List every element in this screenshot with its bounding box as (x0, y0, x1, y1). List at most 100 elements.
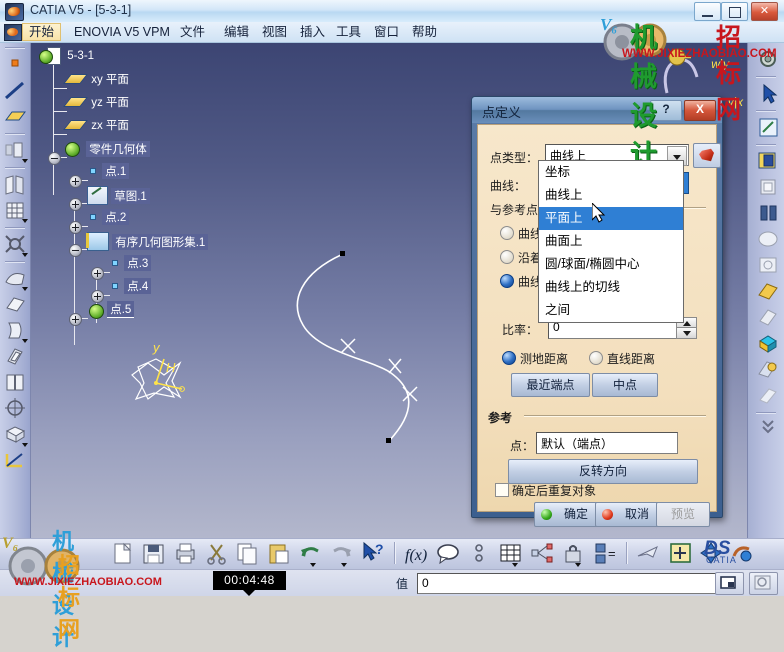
fit-all-icon[interactable] (667, 540, 694, 567)
revolve-icon[interactable] (753, 175, 779, 200)
mouse-cursor-icon (592, 203, 606, 223)
sketcher-icon[interactable] (753, 115, 779, 140)
reverse-direction-label: 反转方向 (578, 464, 627, 478)
formula-icon[interactable]: f(x) (403, 540, 430, 567)
reference-group-label: 参考 (488, 411, 513, 425)
dropdown-option-on-surface[interactable]: 曲面上 (539, 230, 683, 253)
dropdown-option-on-curve[interactable]: 曲线上 (539, 184, 683, 207)
repeat-object-checkbox[interactable] (495, 483, 509, 497)
point-preview-cube-icon[interactable] (693, 143, 721, 168)
menubar: 开始 ENOVIA V5 VPM 文件 编辑 视图 插入 工具 窗口 帮助 (0, 22, 784, 43)
whats-this-icon[interactable]: ? (360, 540, 387, 567)
toolbar-separator (756, 144, 776, 145)
menu-item-start[interactable]: 开始 (22, 23, 62, 41)
toolbar-separator (394, 542, 396, 564)
window-titlebar: CATIA V5 - [5-3-1] ✕ (0, 0, 784, 23)
join-icon[interactable] (753, 279, 779, 304)
viewport-compass-icon (131, 358, 185, 401)
surface-tool-icon[interactable] (2, 172, 28, 197)
dialog-close-button[interactable]: X (684, 100, 716, 121)
ratio-spinner-down[interactable] (676, 327, 697, 339)
sweep-tool-icon[interactable] (2, 292, 28, 317)
shell-tool-icon[interactable] (2, 344, 28, 369)
fill-tool-icon[interactable] (2, 266, 28, 291)
midpoint-button[interactable]: 中点 (592, 373, 658, 397)
nearest-endpoint-button[interactable]: 最近端点 (511, 373, 590, 397)
statusbar-window-button[interactable] (715, 572, 744, 595)
table-icon[interactable] (497, 540, 524, 567)
value-label: 值 (396, 577, 409, 591)
menu-item-file[interactable]: 文件 (174, 23, 211, 41)
relations-icon[interactable] (529, 540, 556, 567)
settings-gear-icon[interactable] (753, 47, 779, 72)
comment-icon[interactable] (435, 540, 462, 567)
extrude-surface-icon[interactable] (753, 149, 779, 174)
compass-y-axis-label: y (153, 340, 160, 355)
lock-icon[interactable] (560, 540, 587, 567)
dropdown-option-on-plane[interactable]: 平面上 (539, 207, 683, 230)
dropdown-option-between[interactable]: 之间 (539, 299, 683, 322)
toolbar-overflow-icon[interactable] (753, 417, 779, 442)
redo-icon[interactable] (328, 540, 355, 567)
select-arrow-icon[interactable] (753, 81, 779, 106)
maximize-button[interactable] (721, 2, 748, 21)
plane-tool-icon[interactable] (2, 104, 28, 129)
axis-system-icon[interactable] (2, 396, 28, 421)
menu-item-view[interactable]: 视图 (256, 23, 293, 41)
value-input[interactable]: 0 (417, 573, 719, 594)
undo-icon[interactable] (297, 540, 324, 567)
reverse-direction-button[interactable]: 反转方向 (508, 459, 698, 484)
line-tool-icon[interactable] (2, 78, 28, 103)
minimize-button[interactable] (694, 2, 721, 21)
svg-text:f(x): f(x) (405, 547, 427, 564)
point-tool-icon[interactable] (2, 52, 28, 77)
new-document-icon[interactable] (109, 540, 136, 567)
dropdown-option-circle-center[interactable]: 圆/球面/椭圆中心 (539, 253, 683, 276)
preview-button[interactable]: 预览 (656, 502, 710, 527)
print-icon[interactable] (172, 540, 199, 567)
reference-point-field[interactable]: 默认（端点） (536, 432, 678, 454)
dropdown-option-tangent-on-curve[interactable]: 曲线上的切线 (539, 276, 683, 299)
measure-item-icon[interactable] (753, 383, 779, 408)
mesh-tool-icon[interactable] (2, 198, 28, 223)
right-toolbar (747, 43, 784, 538)
trim-icon[interactable] (753, 305, 779, 330)
point-type-dropdown-list[interactable]: 坐标 曲线上 平面上 曲面上 圆/球面/椭圆中心 曲线上的切线 之间 (538, 160, 684, 323)
fly-mode-icon[interactable] (635, 540, 662, 567)
radio-distance-on-curve[interactable] (500, 226, 514, 240)
radio-ratio-of-curve-length[interactable] (500, 274, 514, 288)
menu-item-enovia[interactable]: ENOVIA V5 VPM (68, 23, 176, 41)
menu-item-edit[interactable]: 编辑 (218, 23, 255, 41)
extrude-tool-icon[interactable] (2, 138, 28, 163)
offset-icon[interactable] (753, 201, 779, 226)
pad-icon[interactable] (753, 331, 779, 356)
menu-item-help[interactable]: 帮助 (406, 23, 443, 41)
menu-item-insert[interactable]: 插入 (294, 23, 331, 41)
fill-surface-icon[interactable] (753, 253, 779, 278)
equal-parameters-icon[interactable]: = (592, 540, 619, 567)
box-tool-icon[interactable] (2, 422, 28, 447)
radio-distance-along-direction[interactable] (500, 250, 514, 264)
save-icon[interactable] (140, 540, 167, 567)
radio-straight-distance[interactable] (589, 351, 603, 365)
svg-text:=: = (608, 546, 616, 561)
dropdown-option-coordinates[interactable]: 坐标 (539, 161, 683, 184)
constraint-icon[interactable] (466, 540, 493, 567)
menu-item-window[interactable]: 窗口 (368, 23, 405, 41)
statusbar-preview-button[interactable] (749, 572, 778, 595)
menu-item-tools[interactable]: 工具 (330, 23, 367, 41)
copy-icon[interactable] (234, 540, 261, 567)
close-button[interactable]: ✕ (751, 2, 778, 21)
split-tool-icon[interactable] (2, 370, 28, 395)
viewport-manipulator-icon (663, 48, 699, 94)
measure-tool-icon[interactable] (2, 448, 28, 473)
paste-icon[interactable] (266, 540, 293, 567)
dialog-help-button[interactable]: ? (650, 100, 682, 121)
transform-tool-icon[interactable] (2, 232, 28, 257)
statusbar: 值 0 (0, 569, 784, 596)
apply-material-icon[interactable] (753, 357, 779, 382)
sweep-surface-icon[interactable] (753, 227, 779, 252)
radio-geodesic-distance[interactable] (502, 351, 516, 365)
cut-icon[interactable] (203, 540, 230, 567)
solid-tool-icon[interactable] (2, 318, 28, 343)
